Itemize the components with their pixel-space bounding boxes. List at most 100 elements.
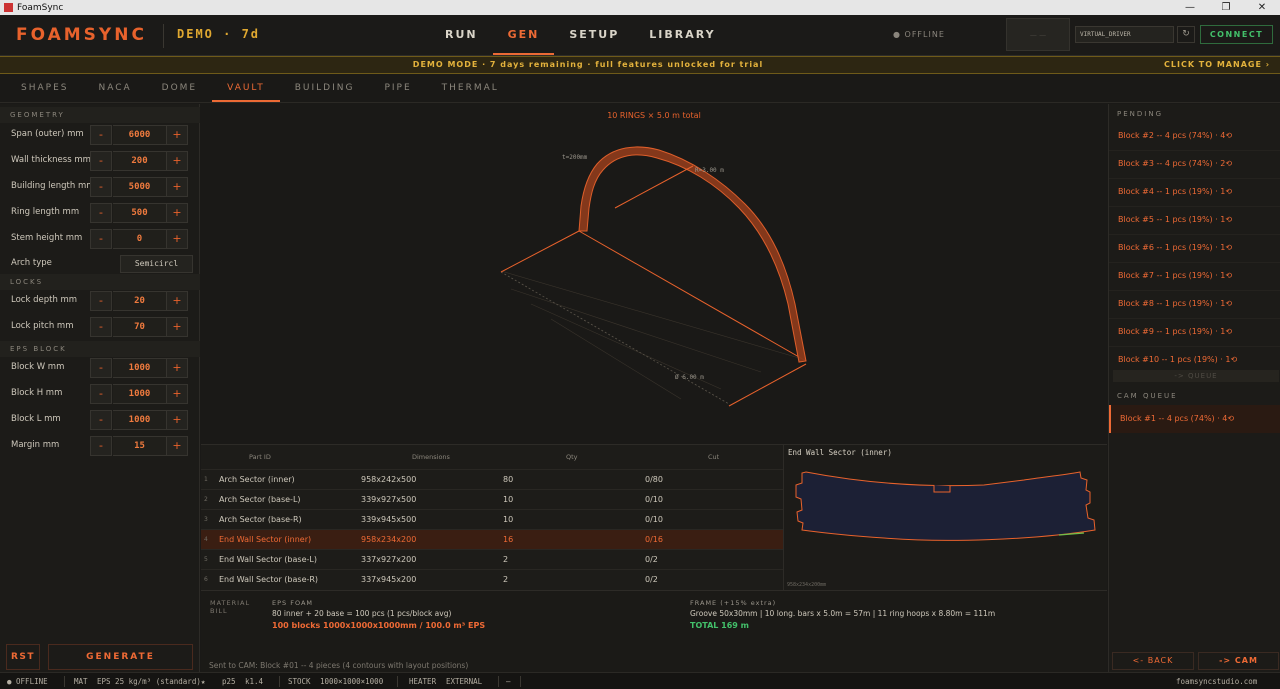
vault-edge xyxy=(728,363,807,407)
pending-item[interactable]: Block #5 -- 1 pcs (19%) · 1⟲ xyxy=(1109,207,1280,235)
increment-button[interactable]: + xyxy=(166,229,188,249)
nav-setup[interactable]: SETUP xyxy=(554,15,634,55)
column-qty[interactable]: Qty xyxy=(566,453,578,461)
row-number: 3 xyxy=(204,516,208,523)
decrement-button[interactable]: - xyxy=(90,151,112,171)
table-row[interactable]: 6 End Wall Sector (base-R) 337x945x200 2… xyxy=(201,569,783,589)
shape-tabs: SHAPES NACA DOME VAULT BUILDING PIPE THE… xyxy=(0,74,1280,103)
column-cut[interactable]: Cut xyxy=(708,453,719,461)
param-lock-pitch: Lock pitch mm - 70 + xyxy=(0,314,200,340)
frame-summary: Groove 50x30mm | 10 long. bars x 5.0m = … xyxy=(690,609,996,618)
row-number: 4 xyxy=(204,536,208,543)
param-value[interactable]: 6000 xyxy=(113,125,166,145)
increment-button[interactable]: + xyxy=(166,151,188,171)
cell-qty: 80 xyxy=(503,475,514,484)
cell-part: End Wall Sector (base-R) xyxy=(219,575,319,584)
refresh-icon[interactable]: ↻ xyxy=(1177,26,1195,43)
tab-naca[interactable]: NACA xyxy=(83,74,146,102)
param-label: Block W mm xyxy=(11,362,65,372)
driver-field[interactable]: VIRTUAL_DRIVER xyxy=(1075,26,1174,43)
tab-building[interactable]: BUILDING xyxy=(280,74,370,102)
back-button[interactable]: <- BACK xyxy=(1112,652,1194,670)
pending-item-label: Block #10 -- 1 pcs (19%) · 1⟲ xyxy=(1118,355,1238,364)
pending-item[interactable]: Block #8 -- 1 pcs (19%) · 1⟲ xyxy=(1109,291,1280,319)
queue-button[interactable]: -> QUEUE xyxy=(1113,370,1279,382)
send-to-cam-button[interactable]: -> CAM xyxy=(1198,652,1279,670)
tab-thermal[interactable]: THERMAL xyxy=(427,74,514,102)
cell-qty: 10 xyxy=(503,515,514,524)
pending-item[interactable]: Block #9 -- 1 pcs (19%) · 1⟲ xyxy=(1109,319,1280,347)
decrement-button[interactable]: - xyxy=(90,384,112,404)
decrement-button[interactable]: - xyxy=(90,229,112,249)
manage-link[interactable]: CLICK TO MANAGE › xyxy=(1164,60,1270,69)
increment-button[interactable]: + xyxy=(166,358,188,378)
increment-button[interactable]: + xyxy=(166,436,188,456)
port-select[interactable]: — — xyxy=(1006,18,1070,51)
increment-button[interactable]: + xyxy=(166,384,188,404)
material-bill: MATERIAL BILL EPS FOAM 80 inner + 20 bas… xyxy=(201,590,1107,672)
status-material[interactable]: EPS 25 kg/m³ (standard)★ xyxy=(97,677,205,686)
table-row[interactable]: 3 Arch Sector (base-R) 339x945x500 10 0/… xyxy=(201,509,783,529)
queue-panel: PENDING Block #2 -- 4 pcs (74%) · 4⟲ Blo… xyxy=(1108,104,1280,672)
minimize-button[interactable]: — xyxy=(1172,2,1208,13)
decrement-button[interactable]: - xyxy=(90,410,112,430)
tab-vault[interactable]: VAULT xyxy=(212,74,280,102)
status-offline: ● OFFLINE xyxy=(7,677,48,686)
increment-button[interactable]: + xyxy=(166,410,188,430)
pending-item[interactable]: Block #10 -- 1 pcs (19%) · 1⟲ xyxy=(1109,347,1280,368)
nav-run[interactable]: RUN xyxy=(430,15,493,55)
decrement-button[interactable]: - xyxy=(90,125,112,145)
cell-cut: 0/2 xyxy=(645,555,658,564)
decrement-button[interactable]: - xyxy=(90,177,112,197)
decrement-button[interactable]: - xyxy=(90,436,112,456)
increment-button[interactable]: + xyxy=(166,317,188,337)
param-value[interactable]: 15 xyxy=(113,436,166,456)
param-value[interactable]: 500 xyxy=(113,203,166,223)
generate-button[interactable]: GENERATE xyxy=(48,644,193,670)
status-website[interactable]: foamsyncstudio.com xyxy=(1176,677,1257,686)
maximize-button[interactable]: ❐ xyxy=(1208,2,1244,13)
increment-button[interactable]: + xyxy=(166,125,188,145)
table-row-selected[interactable]: 4 End Wall Sector (inner) 958x234x200 16… xyxy=(201,529,783,549)
vault-3d-viewport[interactable]: 10 RINGS × 5.0 m total t=200mm R=3.00 m … xyxy=(201,104,1107,444)
pending-item[interactable]: Block #7 -- 1 pcs (19%) · 1⟲ xyxy=(1109,263,1280,291)
close-button[interactable]: ✕ xyxy=(1244,2,1280,13)
table-row[interactable]: 5 End Wall Sector (base-L) 337x927x200 2… xyxy=(201,549,783,569)
param-value[interactable]: 200 xyxy=(113,151,166,171)
vault-edge xyxy=(500,230,580,273)
column-part-id[interactable]: Part ID xyxy=(249,453,271,461)
increment-button[interactable]: + xyxy=(166,177,188,197)
param-value[interactable]: 1000 xyxy=(113,384,166,404)
increment-button[interactable]: + xyxy=(166,203,188,223)
decrement-button[interactable]: - xyxy=(90,291,112,311)
column-dimensions[interactable]: Dimensions xyxy=(412,453,450,461)
pending-item[interactable]: Block #3 -- 4 pcs (74%) · 2⟲ xyxy=(1109,151,1280,179)
nav-gen[interactable]: GEN xyxy=(492,15,555,55)
decrement-button[interactable]: - xyxy=(90,203,112,223)
pending-item[interactable]: Block #6 -- 1 pcs (19%) · 1⟲ xyxy=(1109,235,1280,263)
param-value[interactable]: 70 xyxy=(113,317,166,337)
param-value[interactable]: 0 xyxy=(113,229,166,249)
decrement-button[interactable]: - xyxy=(90,358,112,378)
increment-button[interactable]: + xyxy=(166,291,188,311)
table-row[interactable]: 2 Arch Sector (base-L) 339x927x500 10 0/… xyxy=(201,489,783,509)
param-value[interactable]: 1000 xyxy=(113,358,166,378)
param-value[interactable]: 5000 xyxy=(113,177,166,197)
param-value[interactable]: 1000 xyxy=(113,410,166,430)
tab-dome[interactable]: DOME xyxy=(147,74,212,102)
base-line xyxy=(500,271,730,405)
tab-pipe[interactable]: PIPE xyxy=(369,74,426,102)
pending-item[interactable]: Block #4 -- 1 pcs (19%) · 1⟲ xyxy=(1109,179,1280,207)
pending-item[interactable]: Block #2 -- 4 pcs (74%) · 4⟲ xyxy=(1109,123,1280,151)
cam-queue-item[interactable]: Block #1 -- 4 pcs (74%) · 4⟲ xyxy=(1109,405,1280,433)
arch-type-select[interactable]: Semicircl xyxy=(120,255,193,273)
reset-button[interactable]: RST xyxy=(6,644,40,670)
param-value[interactable]: 20 xyxy=(113,291,166,311)
parameter-panel: GEOMETRY Span (outer) mm - 6000 + Wall t… xyxy=(0,104,200,672)
tab-shapes[interactable]: SHAPES xyxy=(6,74,83,102)
connect-button[interactable]: CONNECT xyxy=(1200,25,1273,44)
table-row[interactable]: 1 Arch Sector (inner) 958x242x500 80 0/8… xyxy=(201,469,783,489)
decrement-button[interactable]: - xyxy=(90,317,112,337)
nav-library[interactable]: LIBRARY xyxy=(634,15,730,55)
param-label: Stem height mm xyxy=(11,233,83,243)
